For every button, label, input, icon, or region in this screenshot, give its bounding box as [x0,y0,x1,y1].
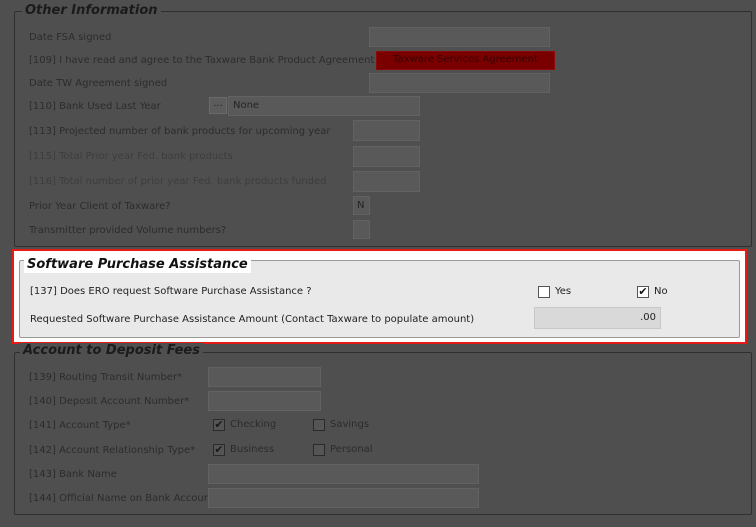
relationship-label: [142] Account Relationship Type* [29,445,196,456]
total-funded-field[interactable] [353,171,420,192]
deposit-field[interactable] [208,391,321,411]
software-purchase-legend: Software Purchase Assistance [24,257,251,273]
account-type-label: [141] Account Type* [29,420,131,431]
business-check-mark-icon: ✔ [214,443,224,456]
software-amount-field[interactable]: .00 [534,307,661,329]
personal-label: Personal [330,444,373,455]
total-prior-field[interactable] [353,146,420,167]
software-amount-label: Requested Software Purchase Assistance A… [30,314,475,325]
deposit-label: [140] Deposit Account Number* [29,396,190,407]
no-checkbox[interactable]: ✔ [637,286,649,298]
yes-label: Yes [555,286,572,297]
software-purchase-panel: Software Purchase Assistance [137] Does … [12,249,747,344]
date-tw-field[interactable] [369,73,550,93]
software-request-label: [137] Does ERO request Software Purchase… [30,286,312,297]
bank-name-field[interactable] [208,464,479,484]
routing-label: [139] Routing Transit Number* [29,372,183,383]
official-name-field[interactable] [208,488,479,508]
date-tw-label: Date TW Agreement signed [29,78,168,89]
checking-checkbox[interactable]: ✔ [213,419,225,431]
prior-client-field[interactable]: N [353,196,370,215]
yes-checkbox[interactable] [538,286,550,298]
business-label: Business [230,444,275,455]
business-checkbox[interactable]: ✔ [213,444,225,456]
transmitter-field[interactable] [353,220,370,239]
no-check-mark-icon: ✔ [638,285,648,298]
date-fsa-label: Date FSA signed [29,32,112,43]
savings-checkbox[interactable] [313,419,325,431]
projected-field[interactable] [353,120,420,141]
total-funded-label: [116] Total number of prior year Fed. ba… [29,176,327,187]
routing-field[interactable] [208,367,321,387]
account-deposit-legend: Account to Deposit Fees [20,343,203,359]
bank-name-label: [143] Bank Name [29,469,117,480]
prior-client-label: Prior Year Client of Taxware? [29,201,171,212]
checking-label: Checking [230,419,277,430]
date-fsa-field[interactable] [369,27,550,47]
other-information-legend: Other Information [22,3,161,19]
bank-used-browse-button[interactable]: ... [209,97,227,114]
agree-label: [109] I have read and agree to the Taxwa… [29,55,375,66]
checking-check-mark-icon: ✔ [214,418,224,431]
projected-label: [113] Projected number of bank products … [29,126,331,137]
savings-label: Savings [330,419,370,430]
official-name-label: [144] Official Name on Bank Account [29,493,214,504]
transmitter-label: Transmitter provided Volume numbers? [29,225,227,236]
taxware-services-agreement-button[interactable]: Taxware Services Agreement [376,51,555,70]
personal-checkbox[interactable] [313,444,325,456]
no-label: No [654,286,668,297]
bank-used-label: [110] Bank Used Last Year [29,101,161,112]
bank-used-field[interactable]: None [228,96,420,116]
total-prior-label: [115] Total Prior year Fed. bank product… [29,151,233,162]
